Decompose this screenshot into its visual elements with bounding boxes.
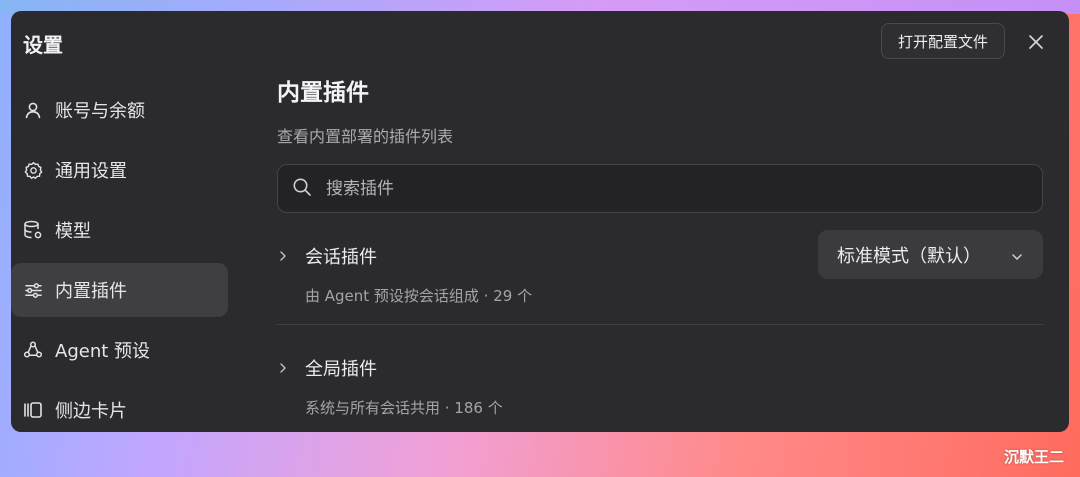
sidebar-item-label: 侧边卡片: [55, 401, 127, 422]
mode-select[interactable]: 标准模式（默认）: [818, 230, 1043, 279]
sidebar-item-side-cards[interactable]: 侧边卡片: [11, 383, 228, 432]
sliders-icon: [23, 280, 43, 300]
mode-select-value: 标准模式（默认）: [837, 245, 981, 267]
sidebar-item-label: 通用设置: [55, 161, 127, 182]
window-title: 设置: [23, 33, 63, 57]
chevron-down-icon: [1011, 247, 1023, 268]
sidebar-item-models[interactable]: 模型: [11, 203, 228, 257]
sidebar-item-agent-presets[interactable]: Agent 预设: [11, 323, 228, 377]
sidebar-item-builtin-plugins[interactable]: 内置插件: [11, 263, 228, 317]
group-name: 会话插件: [305, 247, 377, 268]
sidebar-item-general[interactable]: 通用设置: [11, 143, 228, 197]
plugin-group-session: 会话插件 由 Agent 预设按会话组成 · 29 个 标准模式（默认）: [277, 230, 1043, 306]
group-header[interactable]: 全局插件: [277, 353, 1043, 383]
search-icon: [292, 177, 312, 201]
watermark: 沉默王二: [1004, 448, 1065, 466]
sidebar-item-label: 模型: [55, 221, 91, 242]
side-card-icon: [23, 400, 43, 420]
divider: [277, 324, 1043, 325]
sidebar-item-label: Agent 预设: [55, 341, 151, 362]
page-title: 内置插件: [277, 80, 369, 106]
main-panel: 内置插件 查看内置部署的插件列表 会话插件 由 Agent 预设按会话组成: [277, 11, 1043, 432]
chevron-right-icon[interactable]: [277, 249, 289, 263]
plugin-group-global: 全局插件 系统与所有会话共用 · 186 个: [277, 353, 1043, 418]
user-icon: [23, 100, 43, 120]
group-description: 系统与所有会话共用 · 186 个: [305, 399, 503, 417]
search-input[interactable]: [324, 177, 1008, 200]
gear-icon: [23, 160, 43, 180]
database-icon: [23, 220, 43, 240]
sidebar-item-account[interactable]: 账号与余额: [11, 83, 228, 137]
sidebar-item-label: 账号与余额: [55, 101, 145, 122]
group-name: 全局插件: [305, 359, 377, 380]
settings-window: 设置 打开配置文件 账号与余额 通用设置 模型 内置插件 Agent 预设 侧边…: [11, 11, 1069, 432]
search-box[interactable]: [277, 164, 1043, 213]
sidebar-item-label: 内置插件: [55, 281, 127, 302]
agent-icon: [23, 340, 43, 360]
group-description: 由 Agent 预设按会话组成 · 29 个: [305, 287, 533, 305]
page-subtitle: 查看内置部署的插件列表: [277, 127, 454, 146]
chevron-right-icon[interactable]: [277, 361, 289, 375]
